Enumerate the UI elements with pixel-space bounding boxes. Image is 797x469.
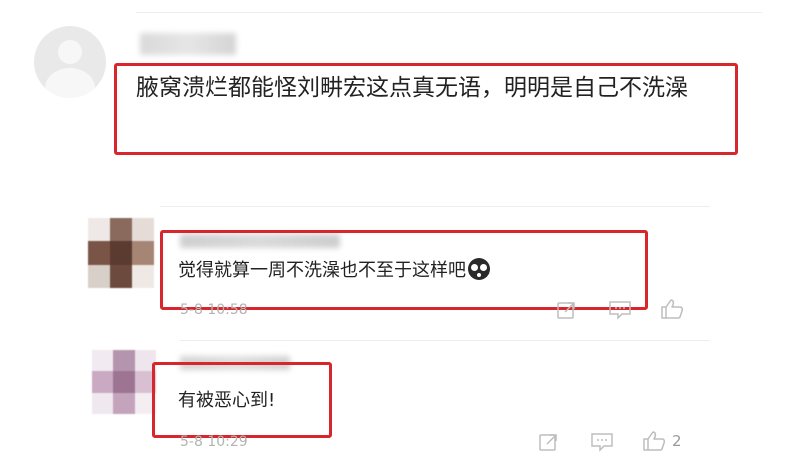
default-avatar[interactable]	[34, 26, 106, 98]
timestamp: 5-8 10:58	[180, 302, 248, 318]
reply-icon[interactable]	[590, 432, 614, 452]
like-icon[interactable]	[642, 430, 668, 452]
like-count: 2	[672, 432, 682, 450]
comment-text: 觉得就算一周不洗澡也不至于这样吧	[178, 258, 490, 284]
comment-text: 腋窝溃烂都能怪刘畊宏这点真无语，明明是自己不洗澡	[136, 75, 688, 101]
share-icon[interactable]	[556, 300, 578, 320]
username-blurred[interactable]	[140, 33, 236, 55]
emoji-icon	[468, 258, 490, 280]
comment-text: 有被恶心到!	[178, 390, 276, 411]
top-divider	[136, 12, 762, 13]
section-divider	[160, 206, 710, 207]
reply-icon[interactable]	[608, 300, 632, 320]
section-divider	[180, 340, 710, 341]
like-icon[interactable]	[660, 298, 686, 320]
avatar[interactable]	[92, 350, 156, 414]
avatar[interactable]	[88, 218, 154, 288]
comment-text-content: 觉得就算一周不洗澡也不至于这样吧	[178, 260, 466, 281]
share-icon[interactable]	[538, 432, 560, 452]
timestamp: 5-8 10:29	[180, 434, 248, 450]
